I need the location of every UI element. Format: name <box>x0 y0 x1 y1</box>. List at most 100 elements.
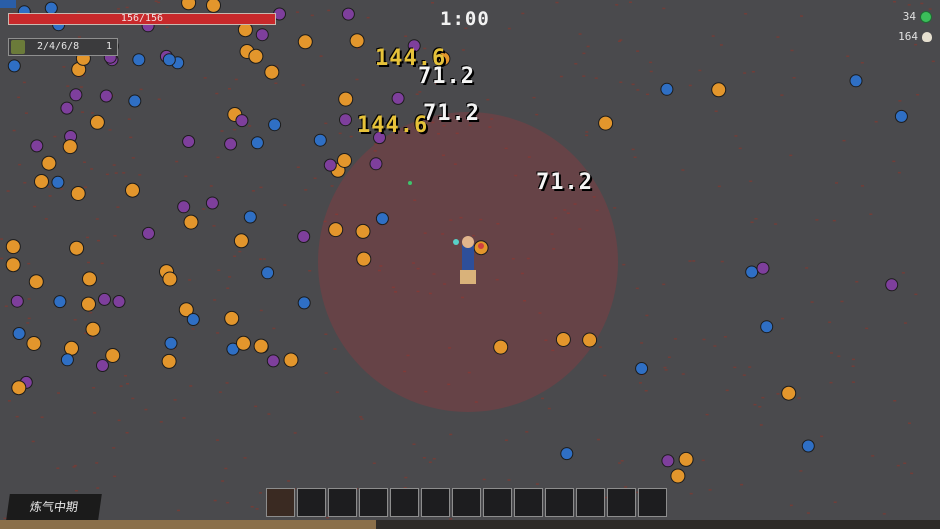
orange-slime <box>356 251 372 267</box>
blue-ghost <box>745 265 759 279</box>
purple-bat <box>112 295 126 308</box>
item-slot[interactable] <box>638 488 667 517</box>
orange-slime <box>338 91 354 107</box>
orange-slime <box>670 468 686 484</box>
experience-bar-fill <box>0 520 376 529</box>
purple-bat <box>30 139 44 153</box>
blue-ghost <box>250 136 264 150</box>
orange-slime <box>69 240 85 256</box>
purple-bat <box>339 113 352 127</box>
blue-ghost <box>132 53 146 67</box>
damage-number: 144.6 <box>357 113 429 138</box>
orange-slime <box>5 257 21 273</box>
damage-number: 71.2 <box>418 64 475 89</box>
orange-slime <box>183 214 199 230</box>
cultivation-stage-badge: 炼气中期 <box>6 494 102 520</box>
purple-bat <box>297 230 311 243</box>
experience-bar <box>0 520 940 529</box>
xp-gem <box>408 181 412 185</box>
blue-ghost <box>297 296 311 310</box>
orange-slime <box>582 332 598 348</box>
blue-ghost <box>801 439 815 453</box>
item-slot[interactable] <box>421 488 450 517</box>
orange-slime <box>678 451 694 467</box>
orange-slime <box>62 139 78 155</box>
item-slot[interactable] <box>359 488 388 517</box>
orange-slime <box>125 182 140 198</box>
damage-number: 71.2 <box>536 170 593 195</box>
orange-slime <box>82 271 97 287</box>
purple-bat <box>224 137 238 151</box>
item-slot[interactable] <box>266 488 295 517</box>
purple-bat <box>885 278 899 292</box>
purple-bat <box>235 114 249 128</box>
level-number: 1 <box>105 41 112 52</box>
orange-slime <box>283 352 299 368</box>
orange-slime <box>64 340 79 356</box>
purple-bat <box>142 226 155 240</box>
skull-icon <box>922 31 932 42</box>
blue-ghost <box>60 353 74 367</box>
corner-icon <box>0 0 16 8</box>
gem-count: 34 <box>902 10 916 23</box>
orange-slime <box>105 348 121 363</box>
item-slot[interactable] <box>452 488 481 517</box>
blue-ghost <box>51 175 65 189</box>
item-slot-bar <box>266 488 667 517</box>
blue-ghost <box>635 362 649 375</box>
blue-ghost <box>560 447 574 461</box>
orange-slime <box>349 33 365 49</box>
blue-ghost <box>849 74 863 88</box>
orange-slime <box>162 271 178 287</box>
purple-bat <box>661 454 675 468</box>
item-slot[interactable] <box>576 488 605 517</box>
orange-slime <box>26 336 42 351</box>
orange-slime <box>337 153 352 168</box>
blue-ghost <box>894 109 908 123</box>
blue-ghost <box>164 336 178 350</box>
purple-bat <box>205 196 219 210</box>
blue-ghost <box>162 53 176 67</box>
item-slot[interactable] <box>514 488 543 517</box>
item-slot[interactable] <box>297 488 326 517</box>
orange-slime <box>85 321 101 337</box>
blue-ghost <box>760 320 774 334</box>
orange-slime <box>28 274 44 290</box>
purple-bat <box>391 91 405 105</box>
blue-ghost <box>53 295 67 309</box>
green-gem-icon <box>920 10 932 23</box>
purple-bat <box>266 354 280 368</box>
purple-bat <box>756 261 770 275</box>
orange-slime <box>11 380 27 396</box>
item-slot[interactable] <box>607 488 636 517</box>
purple-bat <box>60 101 74 115</box>
blue-ghost <box>7 59 21 73</box>
purple-bat <box>10 294 24 308</box>
blue-ghost <box>261 266 275 280</box>
kill-counter: 164 <box>898 30 932 43</box>
blue-ghost <box>268 118 282 132</box>
level-stats: 2/4/6/8 <box>37 41 80 52</box>
blue-ghost <box>186 313 200 326</box>
purple-bat <box>182 135 196 148</box>
orange-slime <box>328 222 344 238</box>
orange-slime <box>5 239 21 255</box>
orange-slime <box>236 335 251 351</box>
level-panel: 2/4/6/8 1 <box>8 38 118 56</box>
item-slot[interactable] <box>328 488 357 517</box>
health-bar: 156/156 <box>8 13 276 25</box>
purple-bat <box>369 157 383 171</box>
item-slot[interactable] <box>483 488 512 517</box>
purple-bat <box>99 89 113 103</box>
orange-slime <box>41 155 57 171</box>
orange-slime <box>34 174 49 189</box>
orange-slime <box>89 114 105 130</box>
orange-slime <box>493 339 509 355</box>
item-slot[interactable] <box>390 488 419 517</box>
blue-ghost <box>313 133 327 147</box>
kill-count: 164 <box>898 30 918 43</box>
orange-slime <box>711 82 727 98</box>
health-text: 156/156 <box>120 13 164 24</box>
purple-bat <box>177 200 191 214</box>
item-slot[interactable] <box>545 488 574 517</box>
